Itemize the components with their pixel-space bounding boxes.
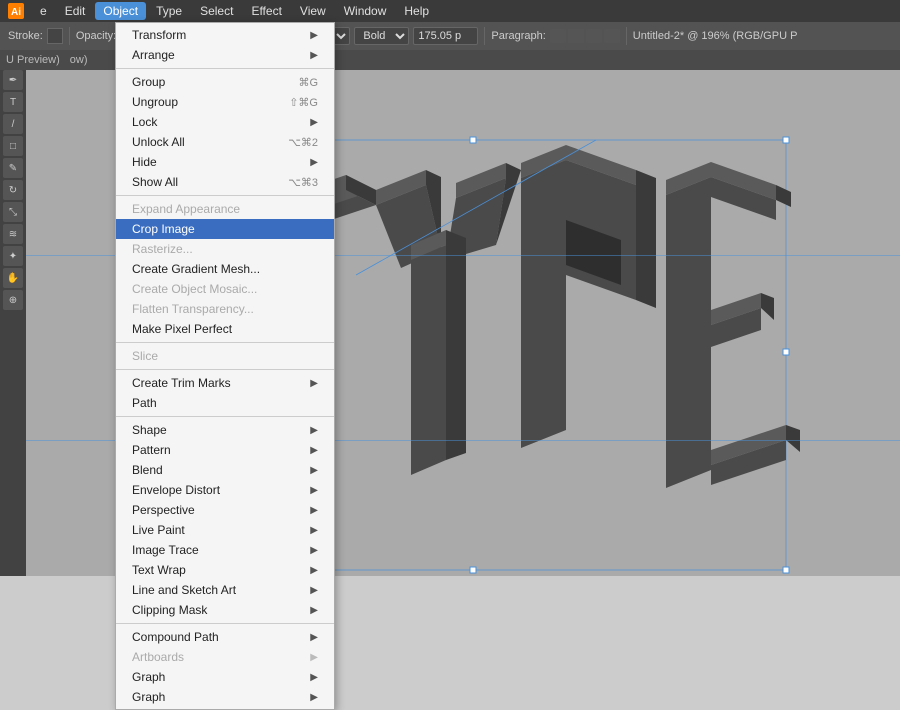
menu-hide[interactable]: Hide ▶ bbox=[116, 152, 334, 172]
shortcut-show-all: ⌥⌘3 bbox=[288, 176, 318, 189]
svg-text:Ai: Ai bbox=[11, 7, 21, 18]
scale-tool[interactable]: ⤡ bbox=[3, 202, 23, 222]
submenu-arrow: ▶ bbox=[310, 505, 318, 516]
line-tool[interactable]: / bbox=[3, 114, 23, 134]
menu-window[interactable]: Window bbox=[336, 2, 395, 20]
submenu-arrow: ▶ bbox=[310, 445, 318, 456]
paragraph-label: Paragraph: bbox=[491, 30, 545, 42]
menu-group[interactable]: Group ⌘G bbox=[116, 72, 334, 92]
menu-lock[interactable]: Lock ▶ bbox=[116, 112, 334, 132]
menu-help[interactable]: Help bbox=[396, 2, 437, 20]
menu-separator bbox=[116, 342, 334, 343]
menu-trim-marks[interactable]: Path bbox=[116, 393, 334, 413]
submenu-arrow: ▶ bbox=[310, 652, 318, 663]
menu-separator bbox=[116, 195, 334, 196]
submenu-arrow: ▶ bbox=[310, 50, 318, 61]
menu-separator bbox=[116, 369, 334, 370]
rotate-tool[interactable]: ↻ bbox=[3, 180, 23, 200]
submenu-arrow: ▶ bbox=[310, 378, 318, 389]
file-info: Untitled-2* @ 196% (RGB/GPU P bbox=[633, 30, 798, 42]
submenu-arrow: ▶ bbox=[310, 30, 318, 41]
shortcut-ungroup: ⇧⌘G bbox=[289, 96, 318, 109]
menu-rasterize[interactable]: Create Gradient Mesh... bbox=[116, 259, 334, 279]
menu-compound-path[interactable]: Artboards ▶ bbox=[116, 647, 334, 667]
submenu-arrow: ▶ bbox=[310, 117, 318, 128]
toolbar-separator bbox=[69, 27, 70, 45]
menu-show-all[interactable]: Show All ⌥⌘3 bbox=[116, 172, 334, 192]
menu-crop-image[interactable]: Rasterize... bbox=[116, 239, 334, 259]
menu-artboards[interactable]: Graph ▶ bbox=[116, 667, 334, 687]
menu-clipping-mask[interactable]: Compound Path ▶ bbox=[116, 627, 334, 647]
menu-separator bbox=[116, 416, 334, 417]
submenu-arrow: ▶ bbox=[310, 525, 318, 536]
submenu-arrow: ▶ bbox=[310, 157, 318, 168]
menu-edit[interactable]: Edit bbox=[57, 2, 94, 20]
preview-label: U Preview) bbox=[6, 54, 60, 66]
menubar: Ai e Edit Object Type Select Effect View… bbox=[0, 0, 900, 22]
submenu-arrow: ▶ bbox=[310, 485, 318, 496]
opacity-label: Opacity: bbox=[76, 30, 116, 42]
submenu-arrow: ▶ bbox=[310, 425, 318, 436]
left-panel: ▶ ↖ ✒ T / □ ✎ ↻ ⤡ ≋ ✦ ✋ ⊕ bbox=[0, 22, 26, 576]
menu-shape[interactable]: Pattern ▶ bbox=[116, 440, 334, 460]
eyedropper-tool[interactable]: ✦ bbox=[3, 246, 23, 266]
menu-expand-appearance[interactable]: Crop Image bbox=[116, 219, 334, 239]
hand-tool[interactable]: ✋ bbox=[3, 268, 23, 288]
type-tool[interactable]: T bbox=[3, 92, 23, 112]
shortcut-group: ⌘G bbox=[298, 76, 318, 89]
menu-select[interactable]: Select bbox=[192, 2, 241, 20]
menu-e[interactable]: e bbox=[32, 2, 55, 20]
app-logo: Ai bbox=[8, 3, 24, 19]
submenu-arrow: ▶ bbox=[310, 545, 318, 556]
menu-expand[interactable]: Expand Appearance bbox=[116, 199, 334, 219]
font-style-select[interactable]: Bold bbox=[354, 27, 409, 45]
zoom-tool[interactable]: ⊕ bbox=[3, 290, 23, 310]
rect-tool[interactable]: □ bbox=[3, 136, 23, 156]
menu-view[interactable]: View bbox=[292, 2, 334, 20]
menu-separator bbox=[116, 623, 334, 624]
menu-path[interactable]: Shape ▶ bbox=[116, 420, 334, 440]
menu-object[interactable]: Object bbox=[95, 2, 146, 20]
menu-slice[interactable]: Create Trim Marks ▶ bbox=[116, 373, 334, 393]
submenu-arrow: ▶ bbox=[310, 585, 318, 596]
menu-line-sketch[interactable]: Clipping Mask ▶ bbox=[116, 600, 334, 620]
menu-separator bbox=[116, 68, 334, 69]
submenu-arrow: ▶ bbox=[310, 605, 318, 616]
menu-flatten-transparency[interactable]: Make Pixel Perfect bbox=[116, 319, 334, 339]
menu-transform[interactable]: Transform ▶ bbox=[116, 25, 334, 45]
submenu-arrow: ▶ bbox=[310, 632, 318, 643]
brush-tool[interactable]: ✎ bbox=[3, 158, 23, 178]
menu-ungroup[interactable]: Ungroup ⇧⌘G bbox=[116, 92, 334, 112]
menu-blend[interactable]: Envelope Distort ▶ bbox=[116, 480, 334, 500]
submenu-arrow: ▶ bbox=[310, 465, 318, 476]
menu-image-trace[interactable]: Text Wrap ▶ bbox=[116, 560, 334, 580]
menu-type[interactable]: Type bbox=[148, 2, 190, 20]
menu-unlock-all[interactable]: Unlock All ⌥⌘2 bbox=[116, 132, 334, 152]
menu-pattern[interactable]: Blend ▶ bbox=[116, 460, 334, 480]
submenu-arrow: ▶ bbox=[310, 692, 318, 703]
pen-tool[interactable]: ✒ bbox=[3, 70, 23, 90]
font-size-input[interactable] bbox=[413, 27, 478, 45]
blend-tool[interactable]: ≋ bbox=[3, 224, 23, 244]
menu-object-mosaic[interactable]: Flatten Transparency... bbox=[116, 299, 334, 319]
submenu-arrow: ▶ bbox=[310, 565, 318, 576]
submenu-arrow: ▶ bbox=[310, 672, 318, 683]
menu-text-wrap[interactable]: Line and Sketch Art ▶ bbox=[116, 580, 334, 600]
stroke-label: Stroke: bbox=[8, 30, 43, 42]
object-menu: Transform ▶ Arrange ▶ Group ⌘G Ungroup ⇧… bbox=[115, 22, 335, 710]
menu-perspective[interactable]: Live Paint ▶ bbox=[116, 520, 334, 540]
menu-pixel-perfect[interactable]: Slice bbox=[116, 346, 334, 366]
menu-gradient-mesh[interactable]: Create Object Mosaic... bbox=[116, 279, 334, 299]
menu-envelope-distort[interactable]: Perspective ▶ bbox=[116, 500, 334, 520]
menu-effect[interactable]: Effect bbox=[243, 2, 289, 20]
menu-live-paint[interactable]: Image Trace ▶ bbox=[116, 540, 334, 560]
shortcut-unlock: ⌥⌘2 bbox=[288, 136, 318, 149]
menu-graph[interactable]: Graph ▶ bbox=[116, 687, 334, 707]
menu-arrange[interactable]: Arrange ▶ bbox=[116, 45, 334, 65]
